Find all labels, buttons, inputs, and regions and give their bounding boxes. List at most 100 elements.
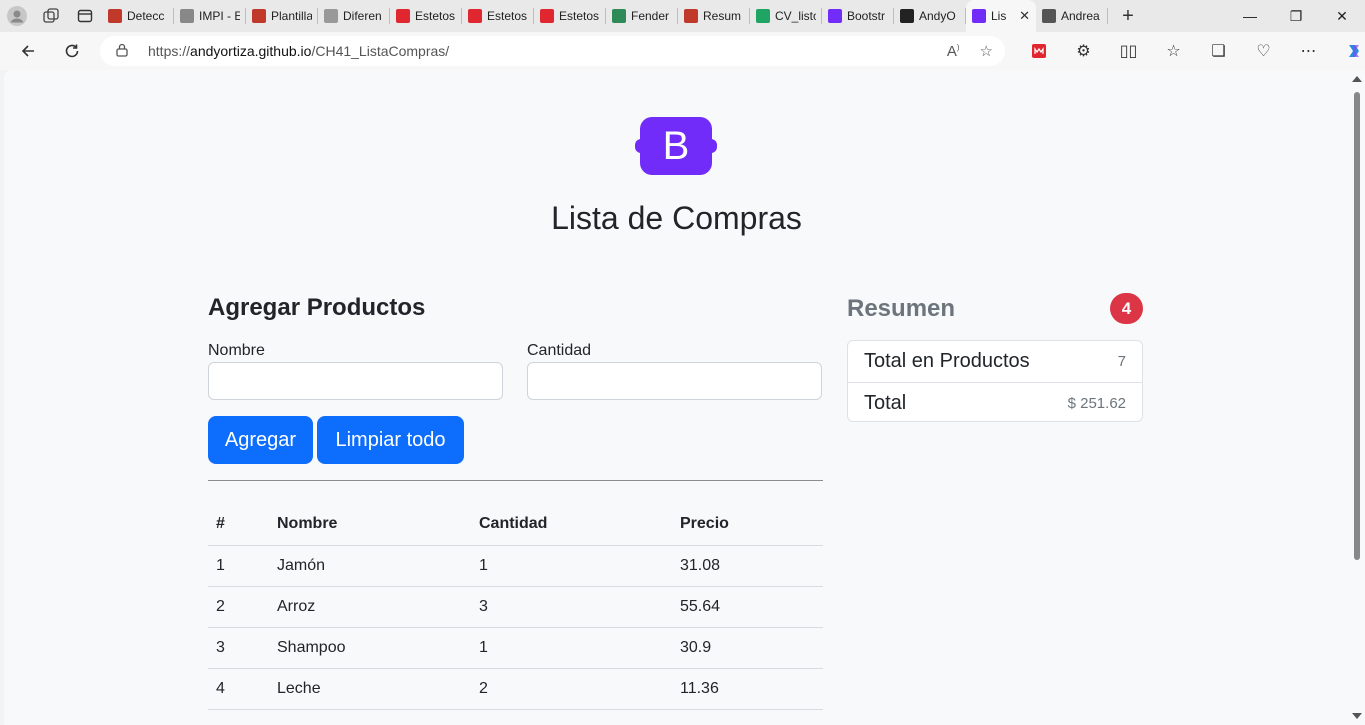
profile-icon[interactable] bbox=[0, 0, 34, 32]
document-icon bbox=[1042, 9, 1056, 23]
clear-all-button[interactable]: Limpiar todo bbox=[317, 416, 464, 464]
browser-tab[interactable]: Andrea bbox=[1036, 0, 1108, 32]
browser-tab[interactable]: CV_listo bbox=[750, 0, 822, 32]
tab-title: CV_listo bbox=[775, 9, 816, 23]
add-products-heading: Agregar Productos bbox=[208, 294, 426, 321]
favorites-icon[interactable]: ☆ bbox=[1151, 32, 1196, 70]
browser-tab[interactable]: AndyO bbox=[894, 0, 966, 32]
browser-tab[interactable]: Bootstr bbox=[822, 0, 894, 32]
3m-icon bbox=[468, 9, 482, 23]
refresh-icon[interactable] bbox=[50, 32, 94, 70]
settings-more-icon[interactable]: ⋯ bbox=[1286, 32, 1331, 70]
vertical-scrollbar[interactable] bbox=[1349, 70, 1365, 725]
close-tab-icon[interactable]: ✕ bbox=[1019, 8, 1030, 24]
minimize-icon[interactable]: — bbox=[1227, 0, 1273, 32]
tab-title: IMPI - E bbox=[199, 9, 240, 23]
lock-icon[interactable] bbox=[116, 43, 130, 60]
url-host: andyortiza.github.io bbox=[190, 43, 312, 59]
pdf-icon bbox=[684, 9, 698, 23]
header-price: Precio bbox=[672, 504, 823, 546]
copilot-icon[interactable] bbox=[1331, 32, 1365, 70]
close-window-icon[interactable]: ✕ bbox=[1319, 0, 1365, 32]
row-index: 3 bbox=[208, 627, 269, 669]
product-count-badge: 4 bbox=[1110, 293, 1143, 324]
tab-list: Detecc IMPI - E Plantilla Diferen Estetos Est… bbox=[102, 0, 1108, 32]
browser-tab[interactable]: Estetos bbox=[534, 0, 606, 32]
extensions-puzzle-icon[interactable]: ⚙ bbox=[1061, 32, 1106, 70]
tab-actions-icon[interactable] bbox=[68, 0, 102, 32]
collections-icon[interactable]: ❏ bbox=[1196, 32, 1241, 70]
split-screen-icon[interactable]: ▯▯ bbox=[1106, 32, 1151, 70]
extension-icon[interactable] bbox=[1016, 32, 1061, 70]
add-button[interactable]: Agregar bbox=[208, 416, 313, 464]
browser-tab[interactable]: Estetos bbox=[390, 0, 462, 32]
drive-icon bbox=[756, 9, 770, 23]
name-input[interactable] bbox=[208, 362, 503, 400]
read-aloud-icon[interactable]: A) bbox=[947, 43, 960, 60]
scroll-down-arrow-icon[interactable] bbox=[1352, 713, 1362, 719]
new-tab-button[interactable]: + bbox=[1108, 5, 1148, 28]
row-name: Leche bbox=[269, 668, 471, 710]
row-quantity: 2 bbox=[471, 668, 672, 710]
scroll-up-arrow-icon[interactable] bbox=[1352, 76, 1362, 82]
pdf-icon bbox=[108, 9, 122, 23]
favorite-star-icon[interactable]: ☆ bbox=[980, 42, 993, 60]
tab-title: Diferen bbox=[343, 9, 382, 23]
browser-tab[interactable]: Estetos bbox=[462, 0, 534, 32]
tab-active[interactable]: Lis ✕ bbox=[966, 0, 1036, 32]
quantity-label: Cantidad bbox=[527, 342, 592, 359]
bootstrap-icon bbox=[972, 9, 986, 23]
table-row: 3 Shampoo 1 30.9 bbox=[208, 627, 823, 669]
browser-essentials-icon[interactable]: ♡ bbox=[1241, 32, 1286, 70]
tab-title: Bootstr bbox=[847, 9, 886, 23]
row-quantity: 1 bbox=[471, 545, 672, 587]
tab-title: Lis bbox=[991, 9, 1007, 23]
header-index: # bbox=[208, 504, 269, 546]
row-quantity: 1 bbox=[471, 627, 672, 669]
scroll-thumb[interactable] bbox=[1354, 92, 1360, 560]
header-name: Nombre bbox=[269, 504, 471, 546]
summary-heading: Resumen bbox=[847, 295, 956, 322]
row-index: 1 bbox=[208, 545, 269, 587]
browser-tab[interactable]: IMPI - E bbox=[174, 0, 246, 32]
quantity-input[interactable] bbox=[527, 362, 822, 400]
back-icon[interactable] bbox=[6, 32, 50, 70]
workspaces-icon[interactable] bbox=[34, 0, 68, 32]
address-bar[interactable]: https://andyortiza.github.io/CH41_ListaC… bbox=[100, 36, 1005, 66]
browser-tab[interactable]: Diferen bbox=[318, 0, 390, 32]
browser-tab[interactable]: Resum bbox=[678, 0, 750, 32]
table-header-row: # Nombre Cantidad Precio bbox=[208, 504, 823, 546]
name-label: Nombre bbox=[208, 342, 265, 359]
row-price: 30.9 bbox=[672, 627, 823, 669]
tab-title: Estetos bbox=[487, 9, 528, 23]
table-row: 2 Arroz 3 55.64 bbox=[208, 586, 823, 628]
browser-tab[interactable]: Plantilla bbox=[246, 0, 318, 32]
divider bbox=[208, 480, 823, 481]
tab-title: Estetos bbox=[559, 9, 600, 23]
bootstrap-icon bbox=[828, 9, 842, 23]
3m-icon bbox=[396, 9, 410, 23]
table-row: 1 Jamón 1 31.08 bbox=[208, 545, 823, 587]
summary-row-products: Total en Productos 7 bbox=[848, 341, 1142, 382]
search-icon bbox=[180, 9, 194, 23]
tab-title: Resum bbox=[703, 9, 742, 23]
row-index: 2 bbox=[208, 586, 269, 628]
github-icon bbox=[900, 9, 914, 23]
total-products-value: 7 bbox=[1117, 353, 1126, 370]
url-path: /CH41_ListaCompras/ bbox=[311, 43, 450, 59]
total-products-label: Total en Productos bbox=[864, 350, 1030, 372]
logo-letter: B bbox=[662, 123, 690, 168]
address-bar-actions: A) ☆ bbox=[947, 36, 993, 66]
browser-tab[interactable]: Fender bbox=[606, 0, 678, 32]
row-price: 31.08 bbox=[672, 545, 823, 587]
pdf-icon bbox=[252, 9, 266, 23]
table-row: 4 Leche 2 11.36 bbox=[208, 668, 823, 710]
row-name: Arroz bbox=[269, 586, 471, 628]
tab-strip: Detecc IMPI - E Plantilla Diferen Estetos Est… bbox=[0, 0, 1365, 32]
browser-tab[interactable]: Detecc bbox=[102, 0, 174, 32]
tab-title: Detecc bbox=[127, 9, 165, 23]
summary-card: Total en Productos 7 Total $ 251.62 bbox=[847, 340, 1143, 422]
page-viewport: B Lista de Compras Agregar Productos Nom… bbox=[4, 70, 1349, 725]
restore-icon[interactable]: ❐ bbox=[1273, 0, 1319, 32]
toolbar-right: ⚙ ▯▯ ☆ ❏ ♡ ⋯ bbox=[1016, 32, 1365, 70]
